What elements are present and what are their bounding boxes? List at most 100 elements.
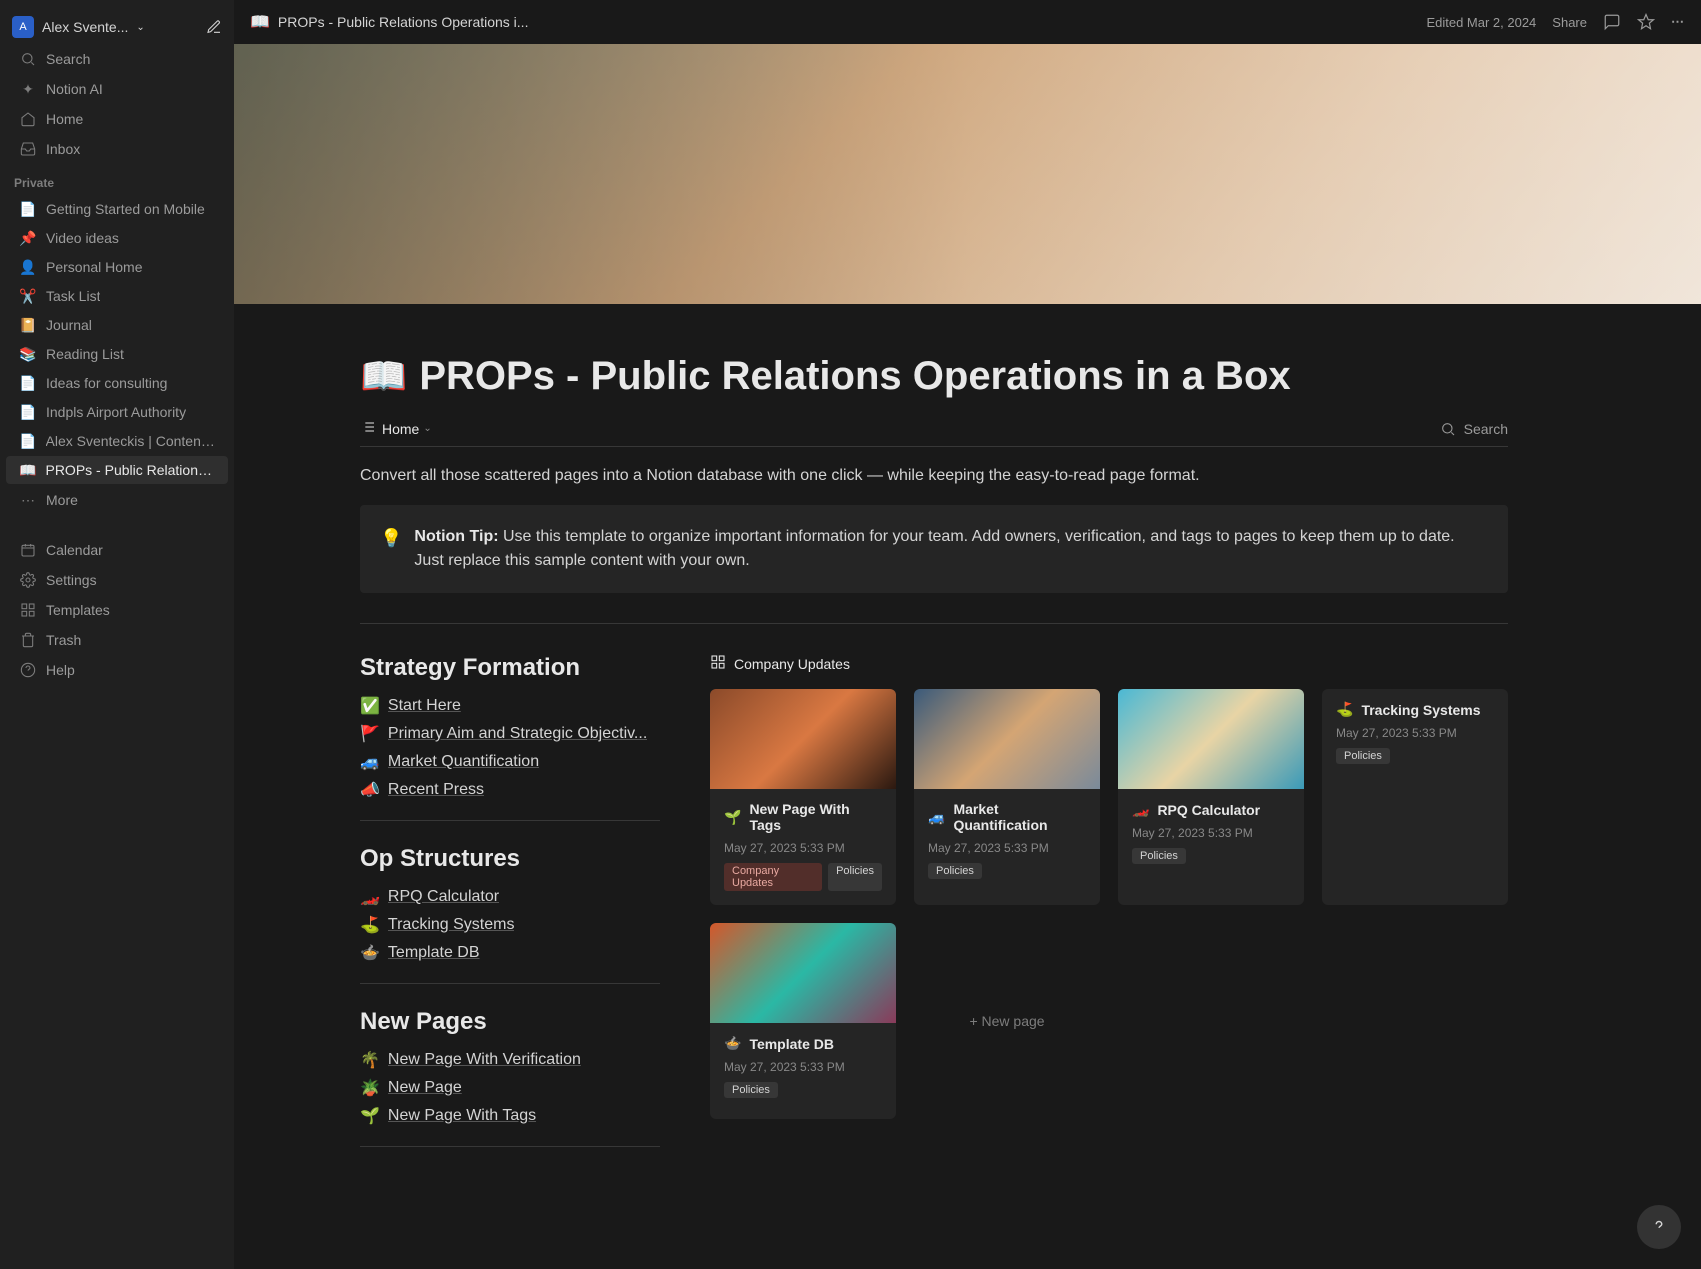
gallery-icon [710, 654, 726, 673]
more-icon[interactable]: ⋯ [1671, 14, 1685, 30]
workspace-switcher[interactable]: A Alex Svente... ⌄ [0, 10, 234, 44]
page-link[interactable]: 🚙 Market Quantification [360, 748, 660, 776]
sidebar-item-more[interactable]: ⋯ More [6, 486, 228, 514]
help-float-button[interactable] [1637, 1205, 1681, 1249]
sidebar-item-label: Task List [46, 288, 100, 304]
sidebar-page-item[interactable]: 📄Alex Sventeckis | Content ... [6, 427, 228, 455]
card-thumbnail [710, 923, 896, 1023]
sidebar-item-label: Home [46, 111, 83, 127]
page-link[interactable]: 🚩 Primary Aim and Strategic Objectiv... [360, 720, 660, 748]
home-icon [18, 111, 38, 127]
sidebar-item-settings[interactable]: Settings [6, 566, 228, 594]
sidebar-item-inbox[interactable]: Inbox [6, 135, 228, 163]
page-emoji-icon: 🚩 [360, 724, 380, 744]
view-tab-home[interactable]: Home ⌄ [360, 419, 432, 438]
sidebar-item-templates[interactable]: Templates [6, 596, 228, 624]
section-heading[interactable]: Strategy Formation [360, 654, 660, 682]
page-emoji-icon: ✅ [360, 696, 380, 716]
intro-text[interactable]: Convert all those scattered pages into a… [360, 467, 1508, 485]
page-link[interactable]: 🌴New Page With Verification [360, 1046, 660, 1074]
sidebar-item-calendar[interactable]: Calendar [6, 536, 228, 564]
breadcrumb[interactable]: 📖 PROPs - Public Relations Operations i.… [250, 12, 528, 32]
page-link[interactable]: 📣Recent Press [360, 776, 660, 804]
sidebar-page-item[interactable]: ✂️Task List [6, 282, 228, 310]
gallery-card[interactable]: 🚙Market Quantification May 27, 2023 5:33… [914, 689, 1100, 905]
page-link-label: New Page With Tags [388, 1107, 536, 1125]
gallery-card[interactable]: 🍲Template DB May 27, 2023 5:33 PM Polici… [710, 923, 896, 1119]
card-tags: Policies [928, 863, 1086, 879]
sidebar-page-item[interactable]: 📄Ideas for consulting [6, 369, 228, 397]
search-label[interactable]: Search [1464, 421, 1508, 437]
page-link[interactable]: ✅Start Here [360, 692, 660, 720]
sidebar-item-label: Trash [46, 632, 81, 648]
cover-image[interactable] [234, 44, 1701, 304]
sidebar-page-item[interactable]: 👤Personal Home [6, 253, 228, 281]
page-link[interactable]: 🏎️RPQ Calculator [360, 883, 660, 911]
inbox-icon [18, 141, 38, 157]
sidebar-page-item[interactable]: 📌 Video ideas [6, 224, 228, 252]
gallery-card[interactable]: ⛳Tracking Systems May 27, 2023 5:33 PM P… [1322, 689, 1508, 905]
plus-icon: + [969, 1013, 981, 1029]
card-title: Tracking Systems [1361, 702, 1480, 718]
page-link-label: Primary Aim and Strategic Objectiv... [388, 725, 647, 743]
sidebar-item-trash[interactable]: Trash [6, 626, 228, 654]
compose-icon[interactable] [206, 19, 222, 35]
sidebar-item-home[interactable]: Home [6, 105, 228, 133]
new-page-card[interactable]: + New page [914, 923, 1100, 1119]
page-icon: 📌 [18, 230, 38, 247]
card-date: May 27, 2023 5:33 PM [1336, 726, 1494, 740]
page-link[interactable]: 🍲Template DB [360, 939, 660, 967]
tag: Policies [928, 863, 982, 879]
page-link[interactable]: 🌱 New Page With Tags [360, 1102, 660, 1130]
page-emoji-icon: 🚙 [360, 752, 380, 772]
sidebar-item-label: More [46, 492, 78, 508]
sidebar-item-ai[interactable]: ✦ Notion AI [6, 75, 228, 103]
view-tab-label: Home [382, 421, 419, 437]
card-tags: Policies [1132, 848, 1290, 864]
page-icon[interactable]: 📖 [360, 355, 407, 399]
callout[interactable]: 💡 Notion Tip: Use this template to organ… [360, 505, 1508, 593]
page-emoji-icon: 🌱 [360, 1106, 380, 1126]
card-date: May 27, 2023 5:33 PM [724, 841, 882, 855]
page-icon: 📄 [18, 201, 38, 218]
card-date: May 27, 2023 5:33 PM [724, 1060, 882, 1074]
sidebar-item-help[interactable]: Help [6, 656, 228, 684]
sidebar-item-label: Video ideas [46, 230, 119, 246]
page-link[interactable]: 🪴New Page [360, 1074, 660, 1102]
sidebar-page-item[interactable]: 📄Getting Started on Mobile [6, 195, 228, 223]
share-button[interactable]: Share [1552, 15, 1587, 30]
calendar-icon [18, 542, 38, 558]
card-tags: Policies [724, 1082, 882, 1098]
help-icon [18, 662, 38, 678]
card-emoji-icon: ⛳ [1336, 701, 1353, 718]
sidebar-item-search[interactable]: Search [6, 45, 228, 73]
card-tags: Company UpdatesPolicies [724, 863, 882, 891]
page-title[interactable]: PROPs - Public Relations Operations in a… [419, 354, 1290, 399]
gallery-card[interactable]: 🌱New Page With Tags May 27, 2023 5:33 PM… [710, 689, 896, 905]
chevron-down-icon: ⌄ [423, 423, 431, 434]
sidebar-page-item[interactable]: 📄Indpls Airport Authority [6, 398, 228, 426]
sidebar-page-item[interactable]: 📚Reading List [6, 340, 228, 368]
page-link-label: Market Quantification [388, 753, 539, 771]
page-link[interactable]: ⛳Tracking Systems [360, 911, 660, 939]
sidebar-page-item[interactable]: 📔Journal [6, 311, 228, 339]
trash-icon [18, 632, 38, 648]
main-content: 📖 PROPs - Public Relations Operations i.… [234, 0, 1701, 1269]
section-heading[interactable]: New Pages [360, 1008, 660, 1036]
page-emoji-icon: 🌴 [360, 1050, 380, 1070]
comments-icon[interactable] [1603, 13, 1621, 31]
sparkle-icon: ✦ [18, 81, 38, 98]
gallery-view-label: Company Updates [734, 656, 850, 672]
card-thumbnail [914, 689, 1100, 789]
gallery-view-tab[interactable]: Company Updates [710, 654, 1508, 673]
gear-icon [18, 572, 38, 588]
sidebar-page-item[interactable]: 📖PROPs - Public Relations ... [6, 456, 228, 484]
list-icon [360, 419, 376, 438]
star-icon[interactable] [1637, 13, 1655, 31]
section-heading[interactable]: Op Structures [360, 845, 660, 873]
search-icon[interactable] [1440, 421, 1456, 437]
gallery-card[interactable]: 🏎️RPQ Calculator May 27, 2023 5:33 PM Po… [1118, 689, 1304, 905]
sidebar-item-label: Ideas for consulting [46, 375, 167, 391]
page-icon: 📄 [18, 404, 38, 421]
avatar: A [12, 16, 34, 38]
